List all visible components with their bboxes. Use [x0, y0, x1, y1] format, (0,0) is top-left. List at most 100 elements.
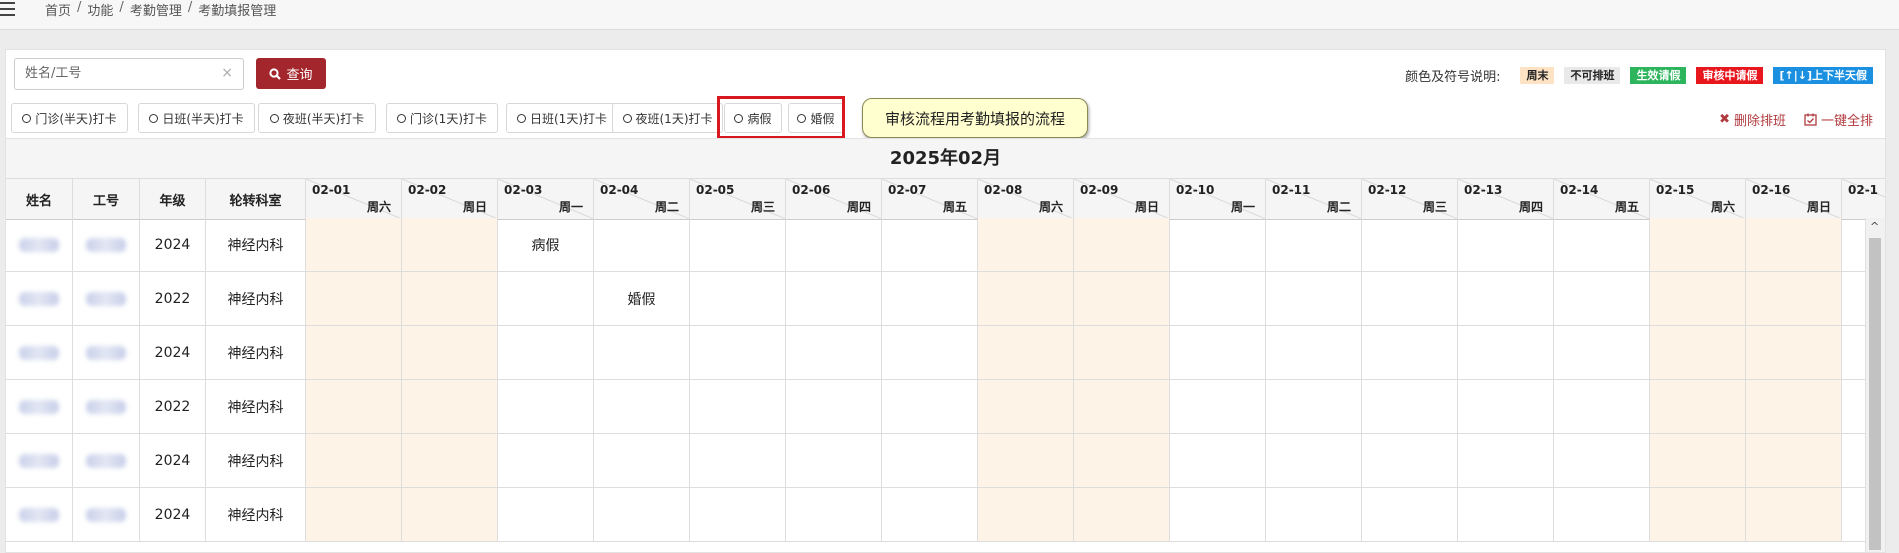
schedule-cell[interactable] — [690, 488, 786, 541]
schedule-cell[interactable] — [1266, 434, 1362, 487]
schedule-cell[interactable] — [402, 218, 498, 271]
menu-toggle-icon[interactable] — [0, 2, 16, 16]
breadcrumb-attendance[interactable]: 考勤管理 — [130, 0, 182, 19]
search-button[interactable]: 查询 — [256, 58, 326, 89]
schedule-cell[interactable] — [882, 380, 978, 433]
shift-option-3[interactable]: 夜班(半天)打卡 — [258, 103, 376, 133]
schedule-cell[interactable] — [1458, 326, 1554, 379]
schedule-cell[interactable] — [1554, 218, 1650, 271]
schedule-cell[interactable] — [786, 218, 882, 271]
schedule-cell[interactable] — [978, 218, 1074, 271]
schedule-cell[interactable] — [786, 272, 882, 325]
breadcrumb-functions[interactable]: 功能 — [87, 0, 113, 19]
schedule-cell[interactable] — [306, 218, 402, 271]
schedule-cell[interactable] — [1170, 326, 1266, 379]
schedule-cell[interactable] — [306, 488, 402, 541]
schedule-cell[interactable] — [690, 218, 786, 271]
schedule-cell[interactable] — [594, 326, 690, 379]
schedule-cell[interactable] — [306, 272, 402, 325]
schedule-cell[interactable] — [594, 434, 690, 487]
schedule-cell[interactable] — [786, 434, 882, 487]
schedule-cell[interactable] — [1650, 488, 1746, 541]
schedule-cell[interactable] — [1746, 326, 1842, 379]
schedule-cell[interactable] — [786, 326, 882, 379]
schedule-cell[interactable] — [402, 488, 498, 541]
schedule-cell[interactable] — [402, 434, 498, 487]
schedule-cell[interactable] — [978, 434, 1074, 487]
schedule-cell[interactable] — [978, 272, 1074, 325]
schedule-cell[interactable] — [1554, 488, 1650, 541]
schedule-cell[interactable] — [1650, 272, 1746, 325]
schedule-cell[interactable] — [498, 434, 594, 487]
schedule-cell[interactable] — [978, 488, 1074, 541]
schedule-cell[interactable] — [1746, 434, 1842, 487]
schedule-cell[interactable] — [1266, 218, 1362, 271]
delete-schedule-button[interactable]: ✖ 删除排班 — [1719, 110, 1786, 129]
schedule-cell[interactable] — [690, 326, 786, 379]
schedule-cell[interactable] — [1074, 488, 1170, 541]
schedule-cell[interactable] — [1362, 434, 1458, 487]
schedule-cell[interactable] — [1746, 218, 1842, 271]
schedule-cell[interactable] — [1554, 326, 1650, 379]
schedule-cell[interactable] — [1362, 326, 1458, 379]
schedule-cell[interactable] — [1170, 272, 1266, 325]
schedule-cell[interactable] — [882, 488, 978, 541]
schedule-cell[interactable] — [306, 326, 402, 379]
schedule-cell[interactable] — [882, 218, 978, 271]
schedule-cell[interactable] — [1746, 272, 1842, 325]
schedule-cell[interactable] — [402, 326, 498, 379]
schedule-cell[interactable] — [498, 380, 594, 433]
search-input[interactable] — [15, 59, 225, 87]
schedule-cell[interactable] — [1650, 218, 1746, 271]
schedule-cell[interactable] — [594, 488, 690, 541]
schedule-cell[interactable] — [1074, 272, 1170, 325]
scroll-up-icon[interactable]: ^ — [1870, 220, 1879, 233]
schedule-cell[interactable] — [1074, 380, 1170, 433]
scrollbar-thumb[interactable] — [1869, 238, 1881, 550]
schedule-cell[interactable] — [402, 272, 498, 325]
shift-option-1[interactable]: 门诊(半天)打卡 — [11, 103, 128, 133]
schedule-cell[interactable] — [1554, 272, 1650, 325]
schedule-cell[interactable] — [882, 326, 978, 379]
schedule-cell[interactable] — [1170, 218, 1266, 271]
schedule-cell[interactable] — [978, 326, 1074, 379]
schedule-cell[interactable] — [690, 380, 786, 433]
vertical-scrollbar[interactable]: ^ — [1865, 218, 1885, 552]
schedule-cell[interactable] — [786, 380, 882, 433]
schedule-cell[interactable] — [1458, 272, 1554, 325]
shift-option-2[interactable]: 日班(半天)打卡 — [138, 103, 255, 133]
schedule-cell[interactable] — [1554, 380, 1650, 433]
schedule-cell[interactable] — [1458, 380, 1554, 433]
schedule-cell[interactable] — [1650, 326, 1746, 379]
schedule-cell[interactable] — [1362, 218, 1458, 271]
schedule-cell[interactable] — [594, 218, 690, 271]
schedule-cell[interactable] — [1458, 434, 1554, 487]
schedule-cell[interactable] — [498, 326, 594, 379]
schedule-cell[interactable] — [786, 488, 882, 541]
schedule-cell[interactable] — [1362, 488, 1458, 541]
schedule-cell[interactable] — [1458, 218, 1554, 271]
shift-option-5[interactable]: 日班(1天)打卡 — [506, 103, 618, 133]
schedule-cell[interactable] — [1362, 272, 1458, 325]
schedule-cell[interactable] — [498, 272, 594, 325]
schedule-cell[interactable]: 病假 — [498, 218, 594, 271]
schedule-cell[interactable]: 婚假 — [594, 272, 690, 325]
schedule-cell[interactable] — [1170, 488, 1266, 541]
schedule-cell[interactable] — [498, 488, 594, 541]
fill-schedule-button[interactable]: 一键全排 — [1804, 110, 1873, 129]
schedule-cell[interactable] — [402, 380, 498, 433]
schedule-cell[interactable] — [1266, 380, 1362, 433]
schedule-cell[interactable] — [1266, 488, 1362, 541]
schedule-cell[interactable] — [1458, 488, 1554, 541]
schedule-cell[interactable] — [1170, 434, 1266, 487]
schedule-cell[interactable] — [1746, 488, 1842, 541]
schedule-cell[interactable] — [1074, 326, 1170, 379]
schedule-cell[interactable] — [882, 272, 978, 325]
schedule-cell[interactable] — [306, 380, 402, 433]
breadcrumb-home[interactable]: 首页 — [45, 0, 71, 19]
schedule-cell[interactable] — [306, 434, 402, 487]
schedule-cell[interactable] — [1170, 380, 1266, 433]
schedule-cell[interactable] — [1074, 434, 1170, 487]
clear-icon[interactable]: × — [221, 65, 233, 81]
schedule-cell[interactable] — [1554, 434, 1650, 487]
